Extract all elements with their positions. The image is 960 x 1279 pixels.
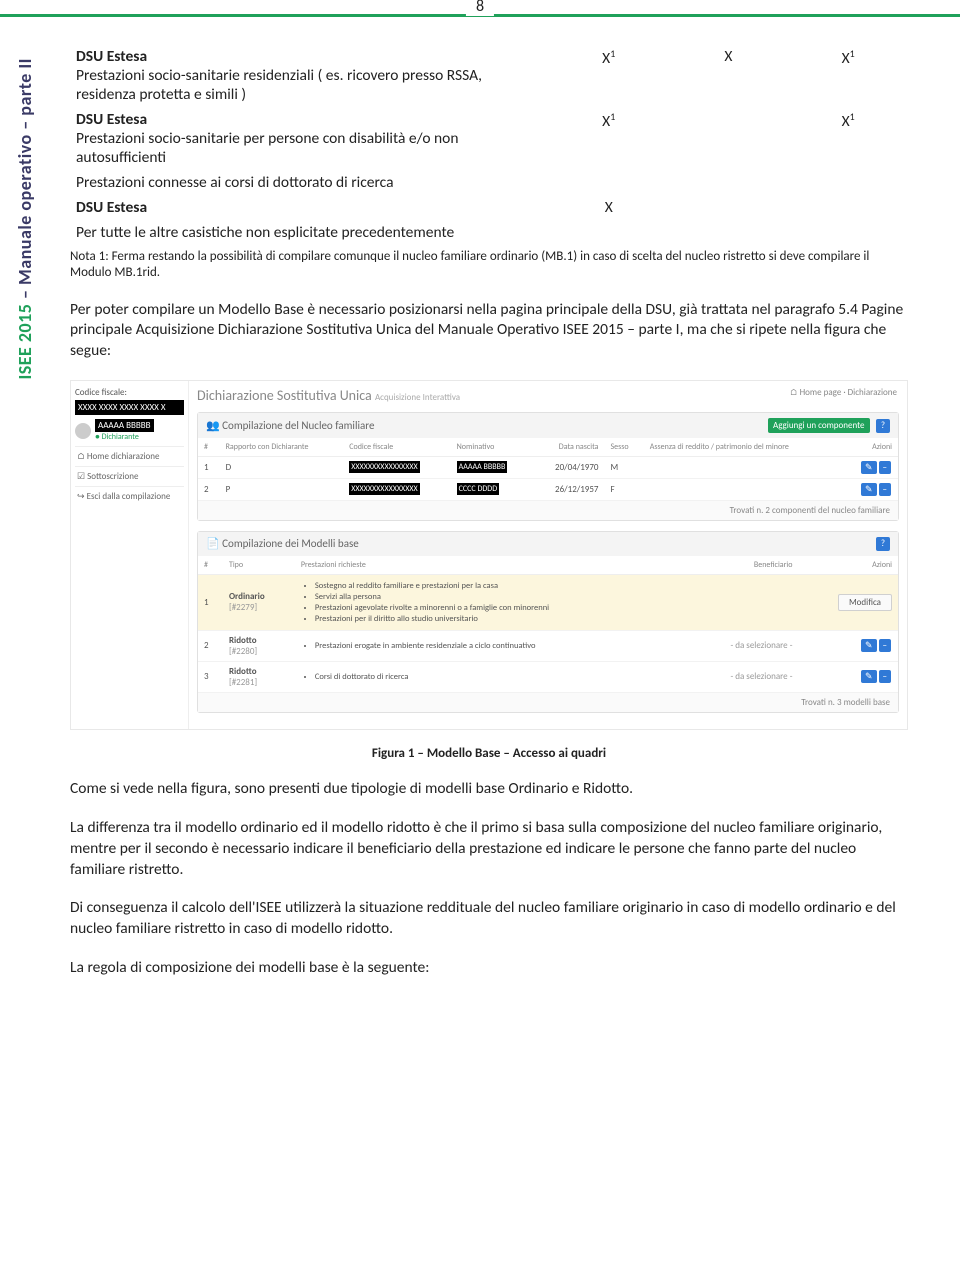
modelli-table: # Tipo Prestazioni richieste Beneficiari… xyxy=(198,556,898,693)
figure-caption: Figura 1 – Modello Base – Accesso ai qua… xyxy=(70,746,908,761)
cf-masked: XXXXXXXXXXXXXXXX xyxy=(349,461,419,473)
delete-icon[interactable]: – xyxy=(879,639,891,652)
body-paragraph: La regola di composizione dei modelli ba… xyxy=(70,958,908,979)
table-row: 2 P XXXXXXXXXXXXXXXX CCCC DDDD 26/12/195… xyxy=(198,478,898,500)
panel-nucleo: 👥 Compilazione del Nucleo familiare Aggi… xyxy=(197,412,899,521)
avatar-name: AAAAA BBBBB xyxy=(95,419,154,432)
cell-x: X xyxy=(605,198,613,217)
row-desc: Per tutte le altre casistiche non esplic… xyxy=(70,220,549,245)
figure-sidebar: Codice fiscale: XXXX XXXX XXXX XXXX X AA… xyxy=(71,381,189,729)
table-row: 2 Ridotto[#2280] Prestazioni erogate in … xyxy=(198,630,898,661)
th-data-nascita: Data nascita xyxy=(532,438,604,457)
table-footnote: Nota 1: Ferma restando la possibilità di… xyxy=(70,249,908,282)
codice-fiscale-value: XXXX XXXX XXXX XXXX X xyxy=(75,400,184,415)
body-paragraph: La differenza tra il modello ordinario e… xyxy=(70,818,908,881)
table-row: 1 Ordinario[#2279] Sostegno al reddito f… xyxy=(198,574,898,630)
prestazioni-table: DSU Estesa Prestazioni socio-sanitarie r… xyxy=(70,44,908,245)
table-row: DSU Estesa Prestazioni socio-sanitarie r… xyxy=(70,44,908,107)
table-row: DSU Estesa Prestazioni socio-sanitarie p… xyxy=(70,107,908,170)
row-title: DSU Estesa xyxy=(76,110,147,129)
cf-masked: XXXXXXXXXXXXXXXX xyxy=(349,483,419,495)
cell-x: X xyxy=(842,49,850,68)
th-assenza: Assenza di reddito / patrimonio del mino… xyxy=(644,438,841,457)
body-paragraph: Per poter compilare un Modello Base è ne… xyxy=(70,300,908,363)
side-header-dark: – Manuale operativo – parte II xyxy=(14,58,36,304)
edit-icon[interactable]: ✎ xyxy=(861,483,877,496)
cell-sup: 1 xyxy=(850,47,855,60)
edit-icon[interactable]: ✎ xyxy=(861,461,877,474)
edit-icon[interactable]: ✎ xyxy=(861,639,877,652)
figure-main: ⌂ Home page · Dichiarazione Dichiarazion… xyxy=(189,381,907,729)
table-row: 3 Ridotto[#2281] Corsi di dottorato di r… xyxy=(198,661,898,692)
row-title: DSU Estesa xyxy=(76,198,147,217)
delete-icon[interactable]: – xyxy=(879,483,891,496)
page-number: 8 xyxy=(466,0,494,16)
add-component-button[interactable]: Aggiungi un componente xyxy=(768,418,870,433)
side-header: ISEE 2015 – Manuale operativo – parte II xyxy=(14,58,36,380)
table-row: DSU Estesa X xyxy=(70,195,908,220)
nav-sottoscrizione[interactable]: ☑ Sottoscrizione xyxy=(75,466,184,486)
cell-x: X xyxy=(602,112,610,131)
th-azioni: Azioni xyxy=(798,556,898,575)
panel-footer: Trovati n. 2 componenti del nucleo famil… xyxy=(198,501,898,520)
screenshot-figure: Codice fiscale: XXXX XXXX XXXX XXXX X AA… xyxy=(70,380,908,730)
nav-home[interactable]: ⌂ Home dichiarazione xyxy=(75,446,184,466)
th-nominativo: Nominativo xyxy=(451,438,533,457)
nucleo-table: # Rapporto con Dichiarante Codice fiscal… xyxy=(198,438,898,501)
th-tipo: Tipo xyxy=(223,556,295,575)
name-masked: AAAAA BBBBB xyxy=(457,461,508,473)
codice-fiscale-label: Codice fiscale: xyxy=(75,387,184,398)
delete-icon[interactable]: – xyxy=(879,670,891,683)
row-desc: Prestazioni socio-sanitarie per persone … xyxy=(76,129,458,167)
cell-sup: 1 xyxy=(610,110,615,123)
cell-x: X xyxy=(842,112,850,131)
cell-x: X xyxy=(724,47,732,66)
avatar xyxy=(75,423,91,439)
delete-icon[interactable]: – xyxy=(879,461,891,474)
help-icon[interactable]: ? xyxy=(876,537,890,551)
side-header-green: ISEE 2015 xyxy=(14,304,36,380)
th-beneficiario: Beneficiario xyxy=(687,556,799,575)
th-rapporto: Rapporto con Dichiarante xyxy=(220,438,344,457)
panel-modelli: 📄 Compilazione dei Modelli base ? # Tipo… xyxy=(197,531,899,713)
th-num: # xyxy=(198,438,220,457)
help-icon[interactable]: ? xyxy=(876,419,890,433)
panel-heading: 📄 Compilazione dei Modelli base xyxy=(206,537,359,550)
name-masked: CCCC DDDD xyxy=(457,483,500,495)
row-desc: Prestazioni socio-sanitarie residenziali… xyxy=(76,66,482,104)
body-paragraph: Di conseguenza il calcolo dell'ISEE util… xyxy=(70,898,908,940)
row-title: DSU Estesa xyxy=(76,47,147,66)
th-azioni: Azioni xyxy=(841,438,898,457)
nav-esci[interactable]: ↪ Esci dalla compilazione xyxy=(75,486,184,506)
table-row: Prestazioni connesse ai corsi di dottora… xyxy=(70,170,908,195)
th-prestazioni: Prestazioni richieste xyxy=(295,556,687,575)
avatar-role: ● Dichiarante xyxy=(95,432,154,442)
body-paragraph: Come si vede nella figura, sono presenti… xyxy=(70,779,908,800)
figure-subtitle: Acquisizione Interattiva xyxy=(375,392,460,403)
edit-icon[interactable]: ✎ xyxy=(861,670,877,683)
table-row: 1 D XXXXXXXXXXXXXXXX AAAAA BBBBB 20/04/1… xyxy=(198,456,898,478)
th-sesso: Sesso xyxy=(605,438,644,457)
table-row: Per tutte le altre casistiche non esplic… xyxy=(70,220,908,245)
cell-sup: 1 xyxy=(850,110,855,123)
panel-footer: Trovati n. 3 modelli base xyxy=(198,693,898,712)
th-num: # xyxy=(198,556,223,575)
row-desc: Prestazioni connesse ai corsi di dottora… xyxy=(70,170,549,195)
th-cf: Codice fiscale xyxy=(343,438,450,457)
cell-sup: 1 xyxy=(610,47,615,60)
panel-heading: 👥 Compilazione del Nucleo familiare xyxy=(206,419,374,432)
cell-x: X xyxy=(602,49,610,68)
breadcrumb: ⌂ Home page · Dichiarazione xyxy=(790,387,897,398)
document-page: 8 ISEE 2015 – Manuale operativo – parte … xyxy=(0,0,960,1045)
modifica-button[interactable]: Modifica xyxy=(838,594,892,611)
